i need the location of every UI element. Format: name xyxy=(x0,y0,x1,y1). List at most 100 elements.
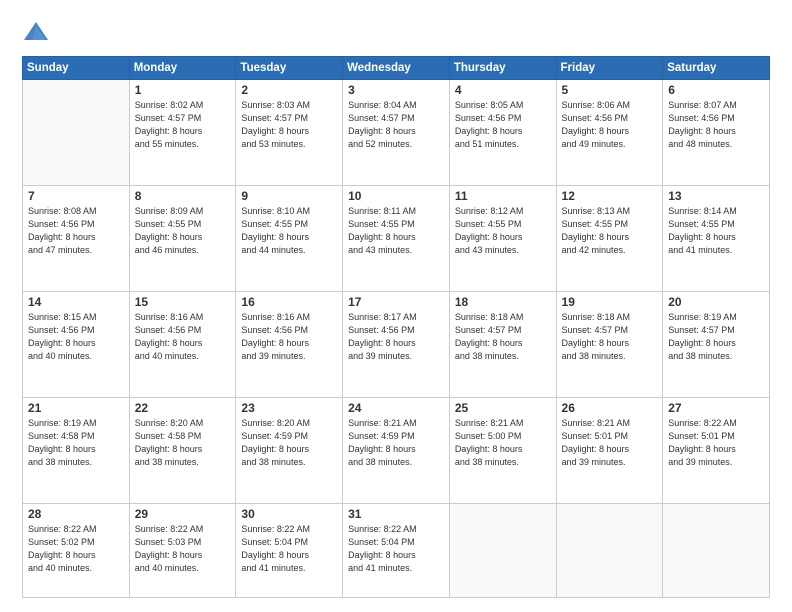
day-info: Sunrise: 8:16 AM Sunset: 4:56 PM Dayligh… xyxy=(241,311,337,363)
day-cell: 4 Sunrise: 8:05 AM Sunset: 4:56 PM Daylig… xyxy=(449,80,556,186)
day-info: Sunrise: 8:20 AM Sunset: 4:59 PM Dayligh… xyxy=(241,417,337,469)
day-number: 27 xyxy=(668,401,764,415)
day-info: Sunrise: 8:19 AM Sunset: 4:57 PM Dayligh… xyxy=(668,311,764,363)
day-cell xyxy=(556,504,663,598)
day-number: 25 xyxy=(455,401,551,415)
day-info: Sunrise: 8:03 AM Sunset: 4:57 PM Dayligh… xyxy=(241,99,337,151)
day-cell: 2 Sunrise: 8:03 AM Sunset: 4:57 PM Daylig… xyxy=(236,80,343,186)
day-cell: 5 Sunrise: 8:06 AM Sunset: 4:56 PM Daylig… xyxy=(556,80,663,186)
day-info: Sunrise: 8:14 AM Sunset: 4:55 PM Dayligh… xyxy=(668,205,764,257)
day-cell xyxy=(23,80,130,186)
day-number: 22 xyxy=(135,401,231,415)
day-cell: 22 Sunrise: 8:20 AM Sunset: 4:58 PM Dayli… xyxy=(129,398,236,504)
day-cell: 11 Sunrise: 8:12 AM Sunset: 4:55 PM Dayli… xyxy=(449,186,556,292)
day-cell xyxy=(663,504,770,598)
day-cell: 23 Sunrise: 8:20 AM Sunset: 4:59 PM Dayli… xyxy=(236,398,343,504)
day-cell: 7 Sunrise: 8:08 AM Sunset: 4:56 PM Daylig… xyxy=(23,186,130,292)
day-info: Sunrise: 8:12 AM Sunset: 4:55 PM Dayligh… xyxy=(455,205,551,257)
column-header-thursday: Thursday xyxy=(449,57,556,80)
week-row-4: 21 Sunrise: 8:19 AM Sunset: 4:58 PM Dayli… xyxy=(23,398,770,504)
day-number: 17 xyxy=(348,295,444,309)
calendar-table: SundayMondayTuesdayWednesdayThursdayFrid… xyxy=(22,56,770,598)
day-number: 1 xyxy=(135,83,231,97)
day-number: 10 xyxy=(348,189,444,203)
day-info: Sunrise: 8:09 AM Sunset: 4:55 PM Dayligh… xyxy=(135,205,231,257)
logo xyxy=(22,18,54,46)
column-header-friday: Friday xyxy=(556,57,663,80)
column-header-wednesday: Wednesday xyxy=(343,57,450,80)
day-info: Sunrise: 8:04 AM Sunset: 4:57 PM Dayligh… xyxy=(348,99,444,151)
day-info: Sunrise: 8:20 AM Sunset: 4:58 PM Dayligh… xyxy=(135,417,231,469)
day-cell: 18 Sunrise: 8:18 AM Sunset: 4:57 PM Dayli… xyxy=(449,292,556,398)
day-cell: 19 Sunrise: 8:18 AM Sunset: 4:57 PM Dayli… xyxy=(556,292,663,398)
day-number: 29 xyxy=(135,507,231,521)
day-info: Sunrise: 8:17 AM Sunset: 4:56 PM Dayligh… xyxy=(348,311,444,363)
day-number: 13 xyxy=(668,189,764,203)
day-number: 31 xyxy=(348,507,444,521)
day-cell: 14 Sunrise: 8:15 AM Sunset: 4:56 PM Dayli… xyxy=(23,292,130,398)
day-number: 12 xyxy=(562,189,658,203)
day-cell: 26 Sunrise: 8:21 AM Sunset: 5:01 PM Dayli… xyxy=(556,398,663,504)
header-row: SundayMondayTuesdayWednesdayThursdayFrid… xyxy=(23,57,770,80)
day-cell: 24Sunrise: 8:21 AM Sunset: 4:59 PM Dayli… xyxy=(343,398,450,504)
header xyxy=(22,18,770,46)
day-info: Sunrise: 8:05 AM Sunset: 4:56 PM Dayligh… xyxy=(455,99,551,151)
day-info: Sunrise: 8:13 AM Sunset: 4:55 PM Dayligh… xyxy=(562,205,658,257)
column-header-saturday: Saturday xyxy=(663,57,770,80)
day-info: Sunrise: 8:02 AM Sunset: 4:57 PM Dayligh… xyxy=(135,99,231,151)
day-cell: 9 Sunrise: 8:10 AM Sunset: 4:55 PM Daylig… xyxy=(236,186,343,292)
day-info: Sunrise: 8:08 AM Sunset: 4:56 PM Dayligh… xyxy=(28,205,124,257)
day-info: Sunrise: 8:21 AM Sunset: 5:00 PM Dayligh… xyxy=(455,417,551,469)
day-number: 5 xyxy=(562,83,658,97)
week-row-3: 14 Sunrise: 8:15 AM Sunset: 4:56 PM Dayli… xyxy=(23,292,770,398)
day-number: 19 xyxy=(562,295,658,309)
day-cell: 30Sunrise: 8:22 AM Sunset: 5:04 PM Dayli… xyxy=(236,504,343,598)
day-info: Sunrise: 8:22 AM Sunset: 5:04 PM Dayligh… xyxy=(348,523,444,575)
day-info: Sunrise: 8:06 AM Sunset: 4:56 PM Dayligh… xyxy=(562,99,658,151)
week-row-2: 7 Sunrise: 8:08 AM Sunset: 4:56 PM Daylig… xyxy=(23,186,770,292)
day-number: 2 xyxy=(241,83,337,97)
day-number: 6 xyxy=(668,83,764,97)
day-info: Sunrise: 8:15 AM Sunset: 4:56 PM Dayligh… xyxy=(28,311,124,363)
day-cell: 28Sunrise: 8:22 AM Sunset: 5:02 PM Dayli… xyxy=(23,504,130,598)
day-cell: 16 Sunrise: 8:16 AM Sunset: 4:56 PM Dayli… xyxy=(236,292,343,398)
day-info: Sunrise: 8:21 AM Sunset: 5:01 PM Dayligh… xyxy=(562,417,658,469)
day-number: 9 xyxy=(241,189,337,203)
day-number: 23 xyxy=(241,401,337,415)
day-number: 20 xyxy=(668,295,764,309)
day-number: 7 xyxy=(28,189,124,203)
day-number: 28 xyxy=(28,507,124,521)
day-cell xyxy=(449,504,556,598)
day-cell: 6 Sunrise: 8:07 AM Sunset: 4:56 PM Daylig… xyxy=(663,80,770,186)
day-info: Sunrise: 8:10 AM Sunset: 4:55 PM Dayligh… xyxy=(241,205,337,257)
day-info: Sunrise: 8:07 AM Sunset: 4:56 PM Dayligh… xyxy=(668,99,764,151)
day-info: Sunrise: 8:16 AM Sunset: 4:56 PM Dayligh… xyxy=(135,311,231,363)
day-info: Sunrise: 8:11 AM Sunset: 4:55 PM Dayligh… xyxy=(348,205,444,257)
day-info: Sunrise: 8:21 AM Sunset: 4:59 PM Dayligh… xyxy=(348,417,444,469)
day-info: Sunrise: 8:18 AM Sunset: 4:57 PM Dayligh… xyxy=(562,311,658,363)
day-number: 30 xyxy=(241,507,337,521)
day-number: 11 xyxy=(455,189,551,203)
day-number: 15 xyxy=(135,295,231,309)
day-info: Sunrise: 8:22 AM Sunset: 5:03 PM Dayligh… xyxy=(135,523,231,575)
day-cell: 10 Sunrise: 8:11 AM Sunset: 4:55 PM Dayli… xyxy=(343,186,450,292)
page: SundayMondayTuesdayWednesdayThursdayFrid… xyxy=(0,0,792,612)
day-info: Sunrise: 8:19 AM Sunset: 4:58 PM Dayligh… xyxy=(28,417,124,469)
day-cell: 13 Sunrise: 8:14 AM Sunset: 4:55 PM Dayli… xyxy=(663,186,770,292)
day-number: 4 xyxy=(455,83,551,97)
day-number: 21 xyxy=(28,401,124,415)
day-cell: 25 Sunrise: 8:21 AM Sunset: 5:00 PM Dayli… xyxy=(449,398,556,504)
day-number: 26 xyxy=(562,401,658,415)
day-number: 16 xyxy=(241,295,337,309)
day-info: Sunrise: 8:18 AM Sunset: 4:57 PM Dayligh… xyxy=(455,311,551,363)
day-cell: 1 Sunrise: 8:02 AM Sunset: 4:57 PM Daylig… xyxy=(129,80,236,186)
day-cell: 21 Sunrise: 8:19 AM Sunset: 4:58 PM Dayli… xyxy=(23,398,130,504)
logo-icon xyxy=(22,18,50,46)
day-number: 3 xyxy=(348,83,444,97)
day-number: 18 xyxy=(455,295,551,309)
day-cell: 17 Sunrise: 8:17 AM Sunset: 4:56 PM Dayli… xyxy=(343,292,450,398)
day-number: 14 xyxy=(28,295,124,309)
week-row-5: 28Sunrise: 8:22 AM Sunset: 5:02 PM Dayli… xyxy=(23,504,770,598)
day-cell: 8Sunrise: 8:09 AM Sunset: 4:55 PM Daylig… xyxy=(129,186,236,292)
day-cell: 20 Sunrise: 8:19 AM Sunset: 4:57 PM Dayli… xyxy=(663,292,770,398)
